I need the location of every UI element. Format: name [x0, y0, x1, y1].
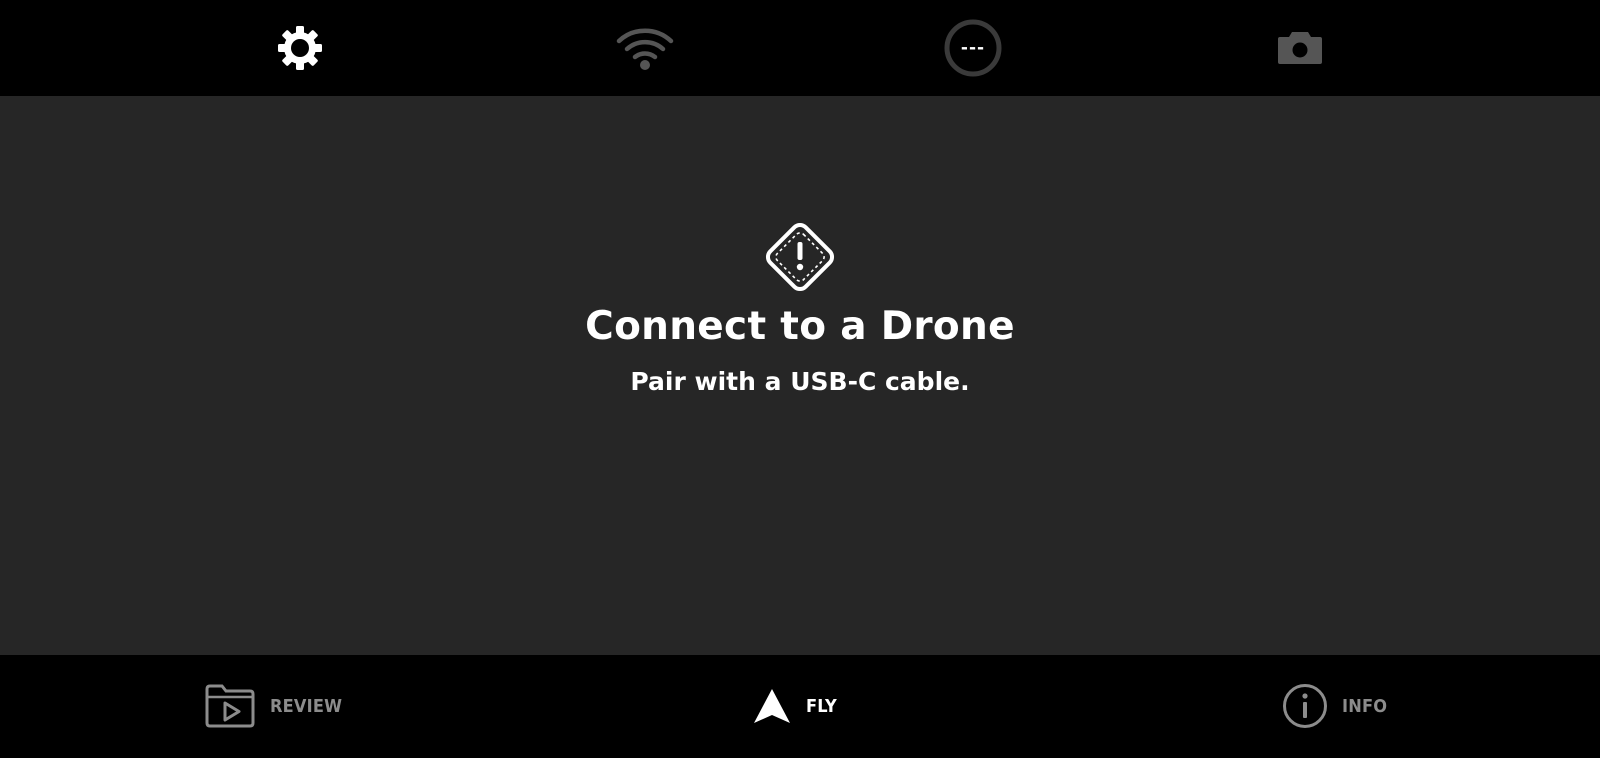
info-icon — [1283, 684, 1327, 728]
main-area: Connect to a Drone Pair with a USB-C cab… — [0, 96, 1600, 655]
wifi-status[interactable] — [615, 25, 675, 71]
camera-icon — [1278, 32, 1322, 64]
nav-info[interactable]: INFO — [1282, 683, 1387, 729]
arrow-up-icon — [754, 689, 790, 723]
wifi-icon — [616, 28, 674, 70]
gear-icon — [278, 26, 322, 70]
settings-button[interactable] — [276, 24, 324, 72]
folder-play-icon — [205, 684, 255, 728]
nav-review-label: REVIEW — [270, 695, 343, 717]
bottom-nav: REVIEW FLY INFO — [0, 655, 1600, 758]
warning-diamond-icon — [765, 222, 835, 292]
status-value: --- — [960, 38, 986, 58]
camera-button[interactable] — [1276, 30, 1324, 66]
page-title: Connect to a Drone — [585, 304, 1015, 349]
connection-status[interactable]: --- — [943, 18, 1003, 78]
nav-info-label: INFO — [1342, 695, 1388, 717]
nav-fly[interactable]: FLY — [752, 687, 837, 725]
nav-fly-label: FLY — [806, 695, 837, 717]
page-subtitle: Pair with a USB-C cable. — [630, 367, 970, 396]
connect-prompt: Connect to a Drone Pair with a USB-C cab… — [450, 216, 1150, 396]
top-bar: --- — [0, 0, 1600, 96]
nav-review[interactable]: REVIEW — [204, 683, 342, 729]
